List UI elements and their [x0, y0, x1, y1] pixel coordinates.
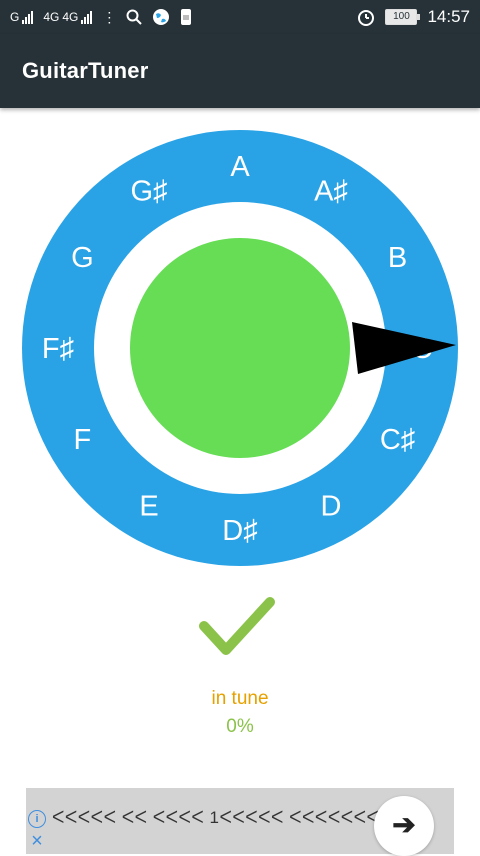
note-label: F♯ [42, 333, 74, 365]
note-label: E [139, 491, 158, 523]
clock: 14:57 [427, 7, 470, 26]
signal-1: G [10, 10, 34, 24]
status-right: 100 14:57 [357, 0, 470, 34]
ad-action-button[interactable]: ➔ [374, 796, 434, 856]
status-bar: G 4G 4G ⋮ 100 14:57 [0, 0, 480, 34]
sim-icon [181, 9, 192, 25]
alarm-icon [358, 10, 375, 26]
note-label: A♯ [314, 175, 348, 207]
check-icon [199, 597, 275, 655]
tuner-dial: AA♯BCC♯DD♯EFF♯GG♯ [22, 130, 458, 566]
network-label-2: 4G [62, 10, 79, 24]
note-label: A [230, 151, 250, 183]
ad-banner[interactable]: i × ᐸᐸᐸᐸᐸ ᐸᐸ ᐸᐸᐸᐸ 1ᐸᐸᐸᐸᐸ ᐸᐸᐸᐸᐸᐸᐸᐸ ➔ [26, 788, 454, 856]
more-vert-icon: ⋮ [102, 8, 117, 25]
note-label: B [388, 242, 407, 274]
network-label: 4G [43, 10, 60, 24]
app-title: GuitarTuner [22, 58, 149, 83]
signal-icon [81, 10, 93, 24]
note-label: D [321, 491, 342, 523]
arrow-right-icon: ➔ [392, 809, 416, 840]
note-label: G [71, 242, 94, 274]
signal-icon [22, 10, 34, 24]
tuning-deviation: 0% [226, 716, 254, 737]
note-label: F [74, 424, 92, 456]
info-icon[interactable]: i [28, 810, 46, 828]
note-label: G♯ [130, 175, 167, 207]
close-icon[interactable]: × [28, 831, 46, 851]
status-left: G 4G 4G ⋮ [10, 0, 192, 34]
tuning-status: in tune [211, 688, 269, 709]
signal-2: 4G 4G [43, 10, 93, 24]
battery-icon: 100 [385, 9, 421, 25]
globe-icon [153, 9, 170, 25]
tuning-center [130, 238, 350, 458]
ad-text[interactable]: ᐸᐸᐸᐸᐸ ᐸᐸ ᐸᐸᐸᐸ 1ᐸᐸᐸᐸᐸ ᐸᐸᐸᐸᐸᐸᐸᐸ [52, 808, 392, 828]
app-bar: GuitarTuner [0, 34, 480, 108]
carrier-label: G [10, 10, 20, 24]
note-label: D♯ [222, 515, 257, 547]
search-icon [126, 9, 143, 25]
note-label: C♯ [380, 424, 415, 456]
